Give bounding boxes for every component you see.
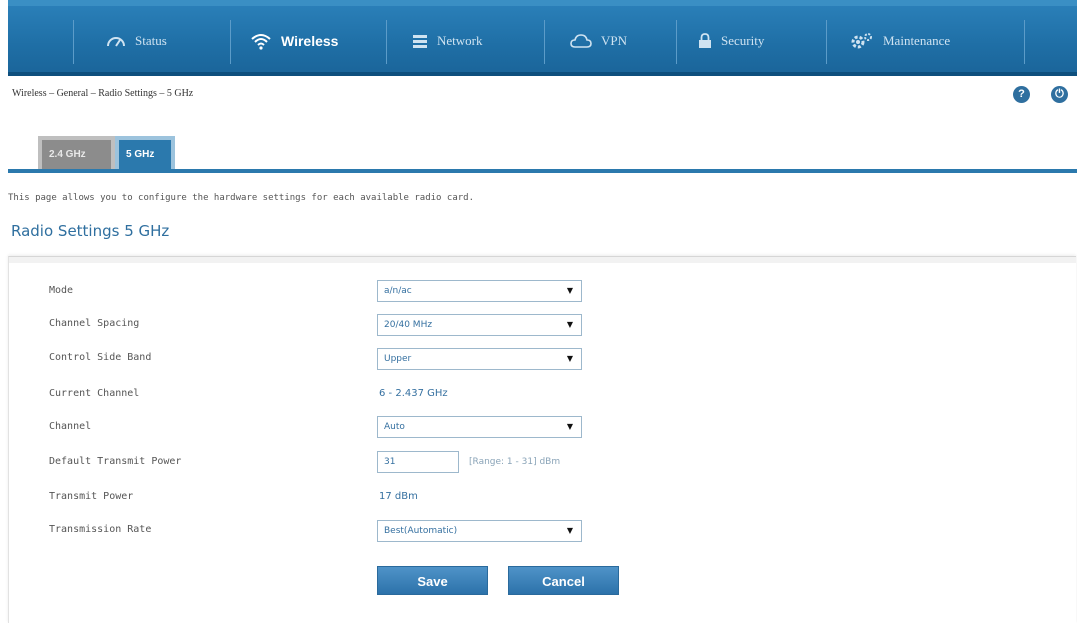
mode-select[interactable]: a/n/ac ▼: [377, 280, 582, 302]
nav-label-security: Security: [721, 33, 765, 48]
default-transmit-power-label: Default Transmit Power: [49, 456, 182, 467]
cancel-button[interactable]: Cancel: [508, 566, 619, 595]
tab-5-ghz[interactable]: 5 GHz: [115, 136, 175, 169]
control-side-band-label: Control Side Band: [49, 352, 152, 363]
default-transmit-power-value: 31: [384, 457, 396, 467]
channel-label: Channel: [49, 421, 92, 432]
channel-select[interactable]: Auto ▼: [377, 416, 582, 438]
network-icon: [412, 34, 428, 48]
nav-divider: [676, 20, 677, 64]
dropdown-arrow-icon: ▼: [566, 320, 573, 329]
tab-2-4-ghz[interactable]: 2.4 GHz: [38, 136, 115, 169]
mode-value: a/n/ac: [384, 286, 412, 296]
transmission-rate-value: Best(Automatic): [384, 526, 458, 536]
nav-divider: [544, 20, 545, 64]
transmission-rate-label: Transmission Rate: [49, 524, 152, 535]
transmit-power-range-hint: [Range: 1 - 31] dBm: [469, 457, 561, 467]
nav-label-status: Status: [135, 33, 167, 48]
gauge-icon: [106, 34, 126, 48]
save-button[interactable]: Save: [377, 566, 488, 595]
page-description: This page allows you to configure the ha…: [8, 193, 474, 203]
control-side-band-select[interactable]: Upper ▼: [377, 348, 582, 370]
nav-divider: [386, 20, 387, 64]
dropdown-arrow-icon: ▼: [566, 286, 573, 295]
control-side-band-value: Upper: [384, 354, 412, 364]
nav-divider: [826, 20, 827, 64]
nav-item-vpn[interactable]: VPN: [570, 6, 627, 76]
panel-top-band: [9, 257, 1076, 263]
nav-item-network[interactable]: Network: [412, 6, 483, 76]
wifi-icon: [250, 32, 272, 50]
nav-item-status[interactable]: Status: [106, 6, 167, 76]
nav-item-security[interactable]: Security: [698, 6, 764, 76]
dropdown-arrow-icon: ▼: [566, 526, 573, 535]
dropdown-arrow-icon: ▼: [566, 422, 573, 431]
top-nav: Status Wireless Network VPN Security Mai…: [8, 0, 1077, 76]
logout-icon[interactable]: ⏻: [1051, 86, 1068, 103]
nav-label-vpn: VPN: [601, 33, 628, 48]
current-channel-label: Current Channel: [49, 388, 140, 399]
help-icon[interactable]: ?: [1013, 86, 1030, 103]
nav-item-wireless[interactable]: Wireless: [250, 6, 338, 76]
transmission-rate-select[interactable]: Best(Automatic) ▼: [377, 520, 582, 542]
lock-icon: [698, 33, 712, 49]
channel-spacing-select[interactable]: 20/40 MHz ▼: [377, 314, 582, 336]
nav-divider: [1024, 20, 1025, 64]
gears-icon: [850, 32, 874, 50]
nav-label-wireless: Wireless: [281, 33, 339, 49]
breadcrumb: Wireless – General – Radio Settings – 5 …: [12, 88, 194, 99]
nav-label-maintenance: Maintenance: [883, 33, 951, 48]
current-channel-value: 6 - 2.437 GHz: [379, 388, 448, 399]
nav-divider: [73, 20, 74, 64]
dropdown-arrow-icon: ▼: [566, 354, 573, 363]
channel-spacing-value: 20/40 MHz: [384, 320, 433, 330]
nav-item-maintenance[interactable]: Maintenance: [850, 6, 950, 76]
nav-divider: [230, 20, 231, 64]
transmit-power-label: Transmit Power: [49, 491, 134, 502]
nav-label-network: Network: [437, 33, 483, 48]
mode-label: Mode: [49, 285, 74, 296]
transmit-power-value: 17 dBm: [379, 491, 418, 502]
default-transmit-power-input[interactable]: 31: [377, 451, 459, 473]
tab-bar-line: [8, 169, 1077, 173]
channel-spacing-label: Channel Spacing: [49, 318, 140, 329]
section-title: Radio Settings 5 GHz: [11, 222, 170, 240]
channel-value: Auto: [384, 422, 405, 432]
cloud-icon: [570, 33, 592, 49]
